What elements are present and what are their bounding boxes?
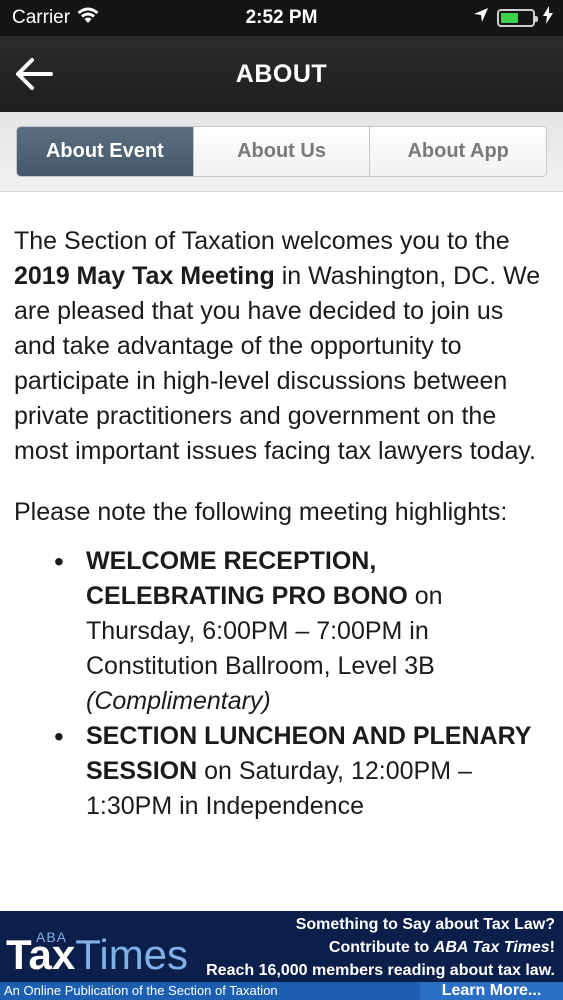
banner-line-2-text: Contribute to: [328, 939, 434, 956]
welcome-paragraph: The Section of Taxation welcomes you to …: [14, 224, 549, 469]
highlights-intro: Please note the following meeting highli…: [14, 498, 508, 526]
nav-bar: ABOUT: [0, 36, 563, 112]
status-left: Carrier: [12, 6, 100, 30]
tab-bar-container: About Event About Us About App: [0, 112, 563, 192]
battery-fill: [501, 13, 518, 23]
list-item: WELCOME RECEPTION, CELEBRATING PRO BONO …: [54, 544, 549, 719]
banner-publication-name: ABA Tax Times: [433, 939, 550, 956]
meeting-name: 2019 May Tax Meeting: [14, 262, 275, 290]
about-event-content[interactable]: The Section of Taxation welcomes you to …: [0, 192, 563, 911]
charging-bolt-icon: [543, 6, 553, 30]
welcome-text-rest: in Washington, DC. We are pleased that y…: [14, 262, 541, 465]
welcome-text: The Section of Taxation welcomes you to …: [14, 227, 510, 255]
banner-line-3: Reach 16,000 members reading about tax l…: [206, 962, 555, 979]
tab-about-app[interactable]: About App: [370, 127, 546, 176]
segmented-control: About Event About Us About App: [16, 126, 547, 177]
highlight-note: (Complimentary): [86, 687, 271, 715]
tax-times-logo: ABA Tax Times: [6, 929, 189, 978]
tab-about-us[interactable]: About Us: [193, 127, 371, 176]
back-button[interactable]: [12, 54, 56, 94]
tax-times-banner[interactable]: ABA Tax Times Something to Say about Tax…: [0, 911, 563, 1000]
location-arrow-icon: [473, 7, 489, 29]
banner-line-2-end: !: [549, 939, 555, 956]
logo-times: Times: [75, 931, 189, 978]
banner-line-1: Something to Say about Tax Law?: [295, 916, 555, 933]
status-bar: Carrier 2:52 PM: [0, 0, 563, 36]
tab-about-event[interactable]: About Event: [17, 127, 194, 176]
banner-line-2: Contribute to ABA Tax Times!: [206, 936, 555, 959]
highlights-list: WELCOME RECEPTION, CELEBRATING PRO BONO …: [14, 544, 549, 824]
logo-aba: ABA: [36, 929, 68, 945]
banner-message: Something to Say about Tax Law? Contribu…: [206, 913, 555, 982]
back-arrow-icon: [16, 58, 53, 90]
banner-subtitle: An Online Publication of the Section of …: [0, 982, 420, 1000]
wifi-icon: [76, 6, 100, 30]
list-item: SECTION LUNCHEON AND PLENARY SESSION on …: [54, 719, 549, 824]
page-title: ABOUT: [235, 59, 328, 88]
status-right: [473, 6, 553, 30]
battery-icon: [497, 9, 538, 27]
carrier-label: Carrier: [12, 7, 71, 28]
learn-more-link[interactable]: Learn More...: [420, 982, 563, 1000]
highlight-title: WELCOME RECEPTION, CELEBRATING PRO BONO: [86, 547, 408, 610]
